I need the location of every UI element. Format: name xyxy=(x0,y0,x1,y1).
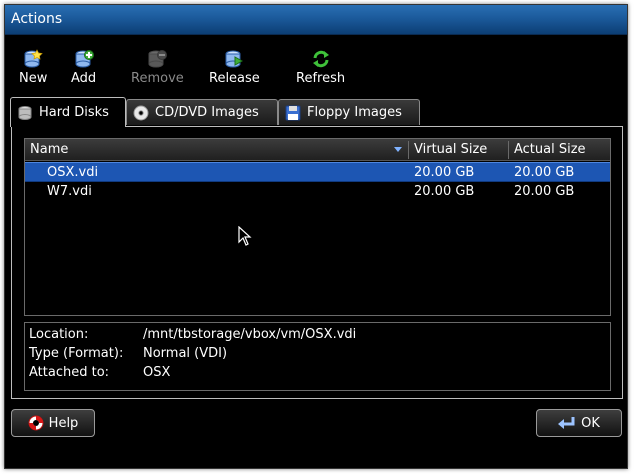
new-disk-icon xyxy=(24,49,43,68)
tab-hard-disks-label: Hard Disks xyxy=(39,105,109,120)
disk-name: OSX.vdi xyxy=(47,165,99,180)
ok-label: OK xyxy=(581,415,600,431)
window-title: Actions xyxy=(11,11,63,27)
remove-disk-icon xyxy=(148,50,168,68)
refresh-label: Refresh xyxy=(296,71,346,86)
cd-icon xyxy=(133,105,149,120)
add-disk-icon xyxy=(75,50,94,68)
floppy-icon xyxy=(285,105,301,120)
title-bar[interactable]: Actions xyxy=(5,5,627,35)
enter-arrow-icon xyxy=(558,417,575,429)
tab-hard-disks[interactable]: Hard Disks xyxy=(10,97,126,127)
sort-down-icon xyxy=(394,147,402,152)
ok-button[interactable]: OK xyxy=(536,409,622,437)
location-value: /mnt/tbstorage/vbox/vm/OSX.vdi xyxy=(143,327,357,342)
tab-cd-dvd-label: CD/DVD Images xyxy=(155,105,259,120)
hard-disks-panel: Name Virtual Size Actual Size OSX.vdi 20… xyxy=(11,126,623,399)
disk-details: Location: /mnt/tbstorage/vbox/vm/OSX.vdi… xyxy=(24,322,611,391)
new-label: New xyxy=(19,71,48,86)
table-row[interactable]: OSX.vdi 20.00 GB 20.00 GB xyxy=(25,162,610,182)
release-label: Release xyxy=(209,71,260,86)
column-header-name[interactable]: Name xyxy=(25,139,408,161)
remove-label: Remove xyxy=(131,71,184,86)
mouse-cursor-icon xyxy=(238,226,252,246)
column-header-actual-size[interactable]: Actual Size xyxy=(509,139,609,161)
refresh-button[interactable]: Refresh xyxy=(296,49,345,86)
add-label: Add xyxy=(71,71,97,86)
add-button[interactable]: Add xyxy=(71,49,96,86)
media-tabs: Hard Disks CD/DVD Images Floppy Images xyxy=(5,97,627,127)
actual-size: 20.00 GB xyxy=(514,184,575,199)
actual-size: 20.00 GB xyxy=(514,165,575,180)
media-manager-window: Actions New Add Remove Release Refresh H… xyxy=(4,4,628,469)
virtual-size: 20.00 GB xyxy=(414,184,475,199)
table-row[interactable]: W7.vdi 20.00 GB 20.00 GB xyxy=(25,182,610,202)
tab-floppy-label: Floppy Images xyxy=(307,105,402,120)
location-label: Location: xyxy=(29,327,89,342)
remove-button[interactable]: Remove xyxy=(131,49,184,86)
virtual-size: 20.00 GB xyxy=(414,165,475,180)
table-header: Name Virtual Size Actual Size xyxy=(25,139,610,161)
attached-label: Attached to: xyxy=(29,365,110,380)
release-button[interactable]: Release xyxy=(209,49,260,86)
release-disk-icon xyxy=(225,50,244,68)
help-label: Help xyxy=(48,415,79,431)
help-button[interactable]: Help xyxy=(11,409,95,437)
type-value: Normal (VDI) xyxy=(143,346,228,361)
disk-table: Name Virtual Size Actual Size OSX.vdi 20… xyxy=(24,138,611,316)
refresh-icon xyxy=(312,50,329,68)
tab-floppy-images[interactable]: Floppy Images xyxy=(278,99,420,125)
attached-value: OSX xyxy=(143,365,171,380)
hard-disk-icon xyxy=(18,105,32,120)
column-header-virtual-size[interactable]: Virtual Size xyxy=(409,139,508,161)
new-button[interactable]: New xyxy=(19,49,47,86)
help-lifebuoy-icon xyxy=(28,415,44,431)
tab-cd-dvd-images[interactable]: CD/DVD Images xyxy=(126,99,278,125)
type-label: Type (Format): xyxy=(29,346,124,361)
toolbar: New Add Remove Release Refresh xyxy=(5,35,627,93)
disk-name: W7.vdi xyxy=(47,184,92,199)
